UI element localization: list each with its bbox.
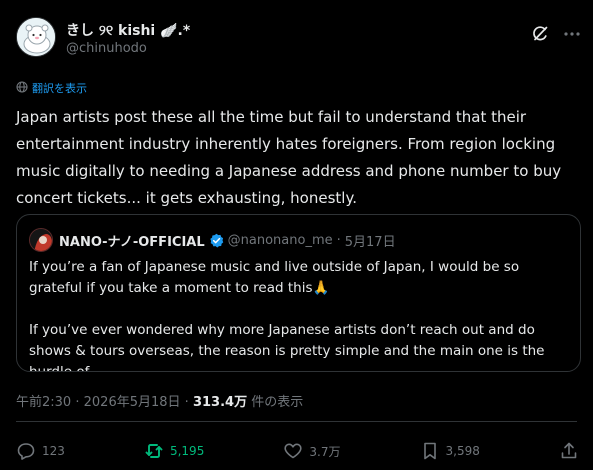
author-avatar[interactable] bbox=[16, 17, 56, 57]
retweet-count: 5,195 bbox=[169, 444, 205, 458]
quoted-paragraph: If you’re a fan of Japanese music and li… bbox=[29, 259, 520, 296]
quoted-tweet[interactable]: NANO-ナノ-OFFICIAL @nanonano_me · 5月17日 If… bbox=[16, 214, 581, 372]
share-button[interactable] bbox=[559, 441, 579, 461]
author-handle[interactable]: @chinuhodo bbox=[66, 40, 190, 58]
view-count-label: 件の表示 bbox=[251, 395, 304, 410]
divider bbox=[16, 421, 577, 422]
like-button[interactable]: 3.7万 bbox=[283, 441, 340, 461]
translate-link[interactable]: 翻訳を表示 bbox=[16, 80, 87, 96]
like-count: 3.7万 bbox=[309, 444, 341, 459]
bookmark-icon bbox=[420, 441, 440, 461]
tweet-time[interactable]: 午前2:30 bbox=[16, 395, 71, 410]
view-count: 313.4万 bbox=[192, 395, 248, 410]
bookmark-count: 3,598 bbox=[445, 444, 480, 458]
author-display-name[interactable]: きし ୨୧ kishi 🪽.* bbox=[66, 23, 190, 40]
tweet-date[interactable]: 2026年5月18日 bbox=[84, 395, 181, 410]
quoted-author-name[interactable]: NANO-ナノ-OFFICIAL bbox=[59, 231, 205, 250]
retweet-button[interactable]: 5,195 bbox=[144, 441, 204, 461]
retweet-icon bbox=[144, 441, 164, 461]
grok-icon[interactable] bbox=[531, 25, 549, 43]
quoted-separator: · bbox=[336, 232, 341, 248]
reply-icon bbox=[16, 441, 36, 461]
tweet-metadata: 午前2:30 · 2026年5月18日 · 313.4万 件の表示 bbox=[16, 391, 303, 410]
more-icon[interactable] bbox=[563, 25, 581, 43]
reply-count: 123 bbox=[42, 444, 65, 458]
translate-icon bbox=[16, 80, 28, 96]
meta-separator: · bbox=[75, 395, 80, 410]
action-bar: 123 5,195 3.7万 3,598 bbox=[16, 438, 579, 464]
quoted-text: If you’re a fan of Japanese music and li… bbox=[29, 257, 569, 372]
like-icon bbox=[283, 441, 303, 461]
quoted-date[interactable]: 5月17日 bbox=[345, 231, 396, 250]
quoted-author-avatar[interactable] bbox=[29, 228, 53, 252]
meta-separator: · bbox=[184, 395, 189, 410]
bookmark-button[interactable]: 3,598 bbox=[420, 441, 480, 461]
quoted-author-handle[interactable]: @nanonano_me bbox=[228, 233, 333, 248]
reply-button[interactable]: 123 bbox=[16, 441, 65, 461]
tweet-header: きし ୨୧ kishi 🪽.* @chinuhodo bbox=[16, 14, 581, 58]
share-icon bbox=[559, 441, 579, 461]
tweet-text: Japan artists post these all the time bu… bbox=[16, 108, 562, 207]
verified-icon bbox=[209, 233, 224, 248]
quoted-paragraph: If you’ve ever wondered why more Japanes… bbox=[29, 322, 545, 372]
translate-label[interactable]: 翻訳を表示 bbox=[32, 80, 87, 96]
